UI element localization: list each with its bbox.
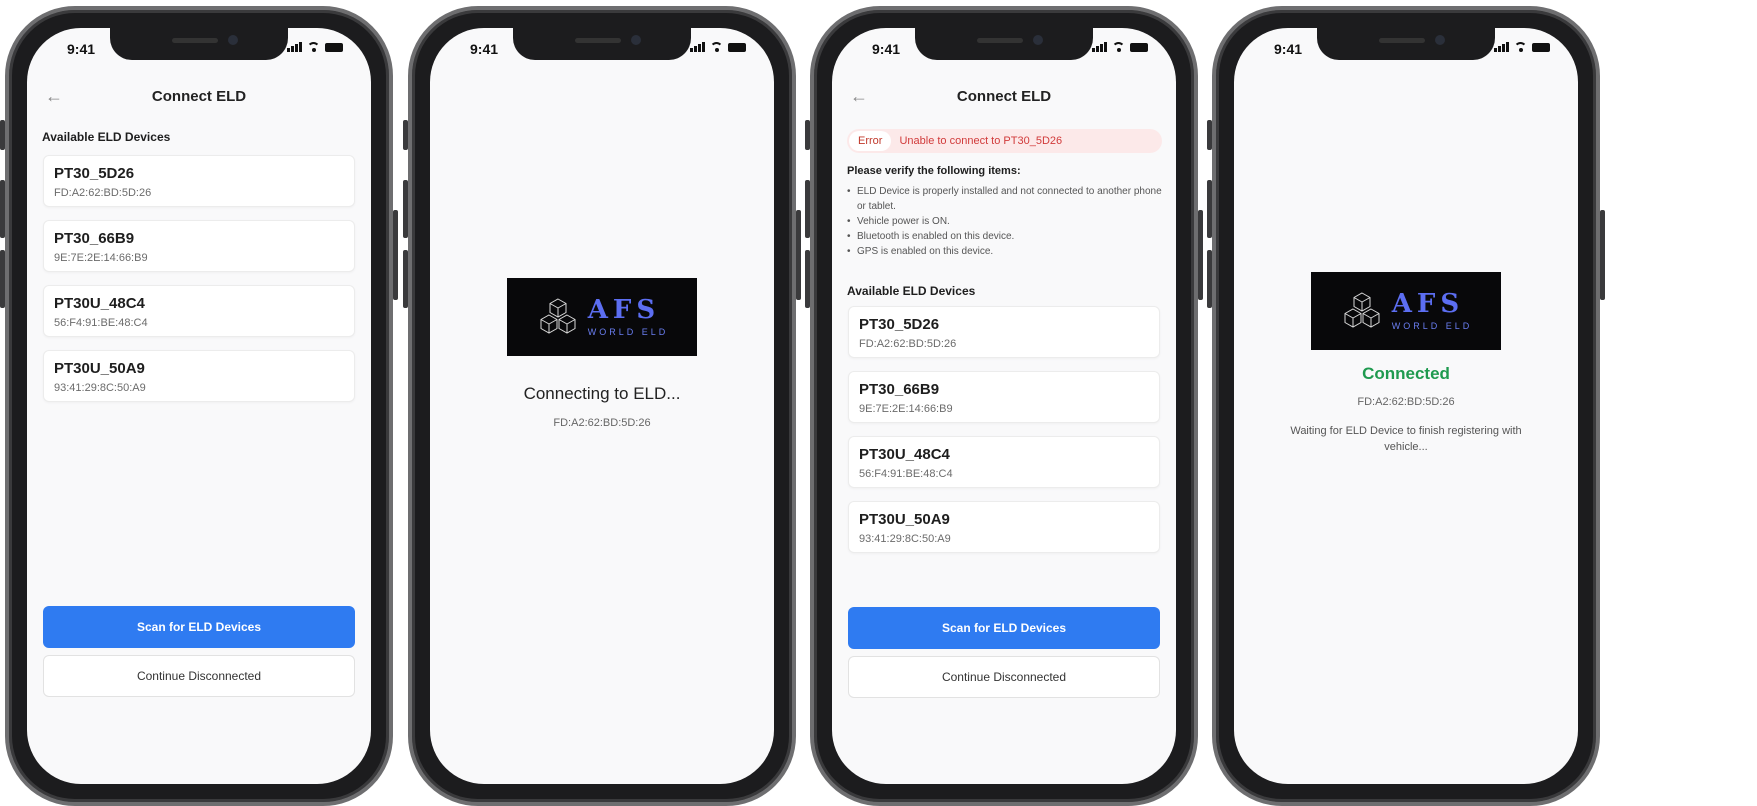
screen: 9:41 ← Connect ELD Available ELD Devices…: [27, 28, 371, 784]
signal-icon: [1092, 42, 1107, 52]
device-name: PT30_66B9: [54, 230, 135, 247]
device-name: PT30U_48C4: [54, 295, 145, 312]
phone-error: 9:41 ← Connect ELD Error Unable to conne…: [805, 6, 1203, 806]
verify-item: Vehicle power is ON.: [847, 214, 1162, 229]
device-card[interactable]: PT30_5D26 FD:A2:62:BD:5D:26: [43, 155, 355, 207]
logo-subtitle: WORLD ELD: [1391, 321, 1473, 331]
device-card[interactable]: PT30U_50A9 93:41:29:8C:50:A9: [848, 501, 1160, 553]
notch: [1317, 28, 1495, 60]
phone-connected: 9:41 AFS WORLD ELD Connected FD:A2:62:BD…: [1207, 6, 1605, 806]
wifi-icon: [1514, 42, 1527, 52]
cube-logo-icon: [1344, 292, 1380, 328]
device-mac: 9E:7E:2E:14:66:B9: [859, 403, 953, 415]
status-icons: [1494, 42, 1550, 52]
device-card[interactable]: PT30_5D26 FD:A2:62:BD:5D:26: [848, 306, 1160, 358]
page-title: Connect ELD: [956, 88, 1052, 105]
device-list: PT30_5D26 FD:A2:62:BD:5D:26 PT30_66B9 9E…: [848, 306, 1160, 566]
connected-status: Connected: [1362, 364, 1450, 383]
continue-disconnected-button[interactable]: Continue Disconnected: [43, 655, 355, 697]
cube-logo-icon: [540, 298, 576, 334]
status-time: 9:41: [1274, 41, 1303, 57]
verify-item: GPS is enabled on this device.: [847, 244, 1162, 259]
verify-item: ELD Device is properly installed and not…: [847, 184, 1162, 214]
device-mac: FD:A2:62:BD:5D:26: [54, 187, 152, 199]
continue-disconnected-button[interactable]: Continue Disconnected: [848, 656, 1160, 698]
scan-button[interactable]: Scan for ELD Devices: [848, 607, 1160, 649]
verify-item: Bluetooth is enabled on this device.: [847, 229, 1162, 244]
error-message: Unable to connect to PT30_5D26: [899, 135, 1063, 147]
device-name: PT30_5D26: [54, 165, 135, 182]
logo-text: AFS: [587, 295, 661, 325]
header: ← Connect ELD: [832, 86, 1176, 116]
error-tag: Error: [849, 131, 892, 151]
error-banner: Error Unable to connect to PT30_5D26: [847, 129, 1162, 153]
device-name: PT30U_50A9: [54, 360, 145, 377]
section-label: Available ELD Devices: [847, 284, 976, 298]
battery-icon: [325, 43, 343, 52]
battery-icon: [728, 43, 746, 52]
status-time: 9:41: [470, 41, 499, 57]
device-name: PT30U_48C4: [859, 446, 950, 463]
device-card[interactable]: PT30U_50A9 93:41:29:8C:50:A9: [43, 350, 355, 402]
status-icons: [1092, 42, 1148, 52]
afs-logo: AFS WORLD ELD: [1311, 272, 1501, 350]
notch: [915, 28, 1093, 60]
wifi-icon: [307, 42, 320, 52]
device-name: PT30U_50A9: [859, 511, 950, 528]
device-mac: FD:A2:62:BD:5D:26: [553, 417, 651, 429]
status-icons: [287, 42, 343, 52]
status-icons: [690, 42, 746, 52]
battery-icon: [1130, 43, 1148, 52]
verify-title: Please verify the following items:: [847, 165, 1021, 177]
header: ← Connect ELD: [27, 86, 371, 116]
logo-text: AFS: [1391, 289, 1465, 319]
page-title: Connect ELD: [151, 88, 247, 105]
device-mac: 56:F4:91:BE:48:C4: [54, 317, 148, 329]
notch: [513, 28, 691, 60]
device-card[interactable]: PT30_66B9 9E:7E:2E:14:66:B9: [848, 371, 1160, 423]
wifi-icon: [710, 42, 723, 52]
afs-logo: AFS WORLD ELD: [507, 278, 697, 356]
logo-subtitle: WORLD ELD: [587, 327, 669, 337]
device-name: PT30_5D26: [859, 316, 940, 333]
device-list: PT30_5D26 FD:A2:62:BD:5D:26 PT30_66B9 9E…: [43, 155, 355, 415]
status-time: 9:41: [67, 41, 96, 57]
section-label: Available ELD Devices: [42, 130, 171, 144]
signal-icon: [1494, 42, 1509, 52]
waiting-message: Waiting for ELD Device to finish registe…: [1290, 425, 1522, 453]
device-mac: 93:41:29:8C:50:A9: [54, 382, 146, 394]
connecting-message: Connecting to ELD...: [523, 384, 681, 403]
verify-list: ELD Device is properly installed and not…: [847, 184, 1162, 259]
screen: 9:41 AFS WORLD ELD Connected FD:A2:62:BD…: [1234, 28, 1578, 784]
device-mac: 93:41:29:8C:50:A9: [859, 533, 951, 545]
signal-icon: [287, 42, 302, 52]
battery-icon: [1532, 43, 1550, 52]
device-card[interactable]: PT30U_48C4 56:F4:91:BE:48:C4: [848, 436, 1160, 488]
device-mac: 56:F4:91:BE:48:C4: [859, 468, 953, 480]
device-mac: FD:A2:62:BD:5D:26: [1357, 396, 1455, 408]
screen: 9:41 AFS WORLD ELD Connecting to ELD... …: [430, 28, 774, 784]
wifi-icon: [1112, 42, 1125, 52]
phone-device-list: 9:41 ← Connect ELD Available ELD Devices…: [0, 6, 398, 806]
device-mac: 9E:7E:2E:14:66:B9: [54, 252, 148, 264]
status-time: 9:41: [872, 41, 901, 57]
device-mac: FD:A2:62:BD:5D:26: [859, 338, 957, 350]
notch: [110, 28, 288, 60]
device-card[interactable]: PT30_66B9 9E:7E:2E:14:66:B9: [43, 220, 355, 272]
scan-button[interactable]: Scan for ELD Devices: [43, 606, 355, 648]
device-card[interactable]: PT30U_48C4 56:F4:91:BE:48:C4: [43, 285, 355, 337]
phone-connecting: 9:41 AFS WORLD ELD Connecting to ELD... …: [403, 6, 801, 806]
signal-icon: [690, 42, 705, 52]
device-name: PT30_66B9: [859, 381, 940, 398]
screen: 9:41 ← Connect ELD Error Unable to conne…: [832, 28, 1176, 784]
